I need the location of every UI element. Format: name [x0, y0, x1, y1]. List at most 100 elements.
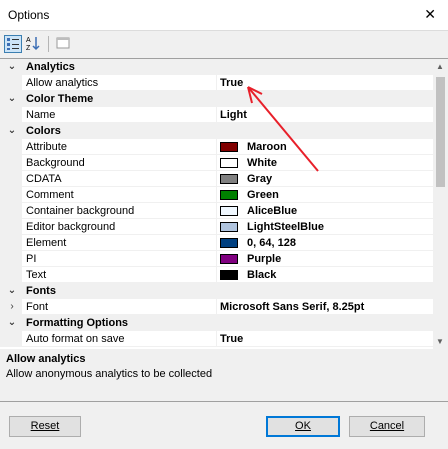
collapse-chevron-icon[interactable]: ⌄: [6, 91, 18, 107]
color-swatch: [220, 158, 238, 168]
property-row[interactable]: › Font Microsoft Sans Serif, 8.25pt: [0, 299, 433, 315]
category-row[interactable]: ⌄ Analytics: [0, 59, 433, 75]
vertical-scrollbar[interactable]: ▲ ▼: [433, 59, 448, 349]
property-name: CDATA: [26, 173, 62, 185]
row-margin: [0, 107, 22, 123]
property-name: Font: [26, 301, 49, 313]
title-bar: Options ✕: [0, 0, 448, 30]
property-value[interactable]: Light: [220, 107, 247, 123]
row-margin: [0, 219, 22, 235]
property-value[interactable]: Purple: [247, 251, 281, 267]
property-pages-icon[interactable]: [55, 35, 73, 53]
property-row[interactable]: Container background AliceBlue: [0, 203, 433, 219]
row-margin: [0, 155, 22, 171]
category-label: Color Theme: [26, 93, 94, 105]
property-name: Editor background: [26, 221, 116, 233]
property-name: Element: [26, 237, 67, 249]
color-swatch: [220, 270, 238, 280]
collapse-chevron-icon[interactable]: ⌄: [6, 283, 18, 299]
property-name: Allow analytics: [26, 77, 99, 89]
category-row[interactable]: ⌄ Fonts: [0, 283, 433, 299]
color-swatch: [220, 222, 238, 232]
property-name: Text: [26, 269, 47, 281]
row-margin: [0, 171, 22, 187]
help-description: Allow anonymous analytics to be collecte…: [6, 368, 213, 380]
color-swatch: [220, 174, 238, 184]
categorized-icon[interactable]: [4, 35, 22, 53]
column-divider[interactable]: [216, 235, 217, 251]
svg-text:Z: Z: [26, 45, 31, 51]
column-divider[interactable]: [216, 251, 217, 267]
property-row[interactable]: Element 0, 64, 128: [0, 235, 433, 251]
property-name: Comment: [26, 189, 74, 201]
reset-button[interactable]: Reset: [9, 416, 81, 437]
row-margin: [0, 75, 22, 91]
property-row[interactable]: Attribute Maroon: [0, 139, 433, 155]
property-row[interactable]: Editor background LightSteelBlue: [0, 219, 433, 235]
category-label: Analytics: [26, 61, 75, 73]
property-row[interactable]: Allow analytics True: [0, 75, 433, 91]
svg-text:A: A: [26, 37, 31, 44]
property-name: PI: [26, 253, 37, 265]
scroll-down-icon[interactable]: ▼: [436, 337, 444, 346]
property-name: Background: [26, 157, 85, 169]
column-divider[interactable]: [216, 155, 217, 171]
property-name: Name: [26, 109, 56, 121]
property-row[interactable]: Comment Green: [0, 187, 433, 203]
property-name: Container background: [26, 205, 135, 217]
scroll-thumb[interactable]: [436, 77, 445, 187]
property-row[interactable]: Name Light: [0, 107, 433, 123]
help-title: Allow analytics: [6, 353, 86, 365]
property-value[interactable]: Microsoft Sans Serif, 8.25pt: [220, 299, 364, 315]
row-margin: [0, 187, 22, 203]
category-row[interactable]: ⌄ Colors: [0, 123, 433, 139]
column-divider[interactable]: [216, 171, 217, 187]
close-icon[interactable]: ✕: [424, 6, 436, 23]
property-row[interactable]: Text Black: [0, 267, 433, 283]
column-divider[interactable]: [216, 203, 217, 219]
category-row[interactable]: ⌄ Color Theme: [0, 91, 433, 107]
property-value[interactable]: True: [220, 331, 243, 347]
category-label: Formatting Options: [26, 317, 129, 329]
column-divider[interactable]: [216, 331, 217, 347]
row-margin: [0, 139, 22, 155]
expand-chevron-icon[interactable]: ›: [6, 299, 18, 315]
property-value[interactable]: LightSteelBlue: [247, 219, 324, 235]
property-value[interactable]: Gray: [247, 171, 272, 187]
cancel-button[interactable]: Cancel: [349, 416, 425, 437]
property-value[interactable]: White: [247, 155, 277, 171]
property-row[interactable]: Background White: [0, 155, 433, 171]
ok-button-label: OK: [295, 420, 311, 432]
cancel-button-label: Cancel: [369, 420, 405, 432]
property-row[interactable]: PI Purple: [0, 251, 433, 267]
property-value[interactable]: Black: [247, 267, 276, 283]
alphabetical-sort-icon[interactable]: A Z: [25, 35, 43, 53]
collapse-chevron-icon[interactable]: ⌄: [6, 315, 18, 331]
property-name: Attribute: [26, 141, 67, 153]
collapse-chevron-icon[interactable]: ⌄: [6, 123, 18, 139]
property-value[interactable]: Maroon: [247, 139, 287, 155]
property-row[interactable]: CDATA Gray: [0, 171, 433, 187]
row-margin: [0, 235, 22, 251]
column-divider[interactable]: [216, 299, 217, 315]
category-label: Fonts: [26, 285, 56, 297]
column-divider[interactable]: [216, 107, 217, 123]
property-value[interactable]: AliceBlue: [247, 203, 297, 219]
scroll-up-icon[interactable]: ▲: [436, 62, 444, 71]
color-swatch: [220, 254, 238, 264]
column-divider[interactable]: [216, 139, 217, 155]
ok-button[interactable]: OK: [266, 416, 340, 437]
collapse-chevron-icon[interactable]: ⌄: [6, 59, 18, 75]
property-value[interactable]: True: [220, 75, 243, 91]
column-divider[interactable]: [216, 267, 217, 283]
property-value[interactable]: Green: [247, 187, 279, 203]
column-divider[interactable]: [216, 187, 217, 203]
window-title: Options: [8, 8, 50, 22]
row-margin: [0, 267, 22, 283]
column-divider[interactable]: [216, 219, 217, 235]
category-row[interactable]: ⌄ Formatting Options: [0, 315, 433, 331]
property-value[interactable]: 0, 64, 128: [247, 235, 296, 251]
property-row[interactable]: Auto format on save True: [0, 331, 433, 347]
column-divider[interactable]: [216, 75, 217, 91]
reset-button-label: Reset: [30, 420, 60, 432]
